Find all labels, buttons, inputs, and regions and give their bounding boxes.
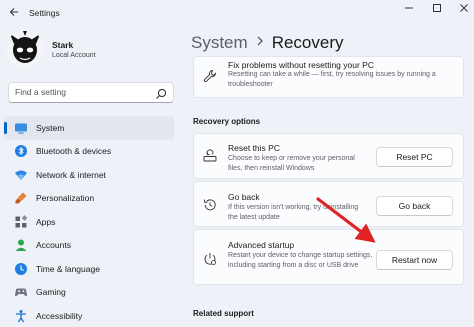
app-title: Settings <box>29 8 60 18</box>
search-box[interactable] <box>8 82 174 103</box>
person-icon <box>14 238 28 252</box>
go-back-title: Go back <box>228 192 260 202</box>
search-input[interactable] <box>15 87 155 97</box>
sidebar-item-time-language[interactable]: Time & language <box>4 257 174 281</box>
sidebar-item-label: Apps <box>36 216 56 227</box>
wrench-icon <box>203 69 217 83</box>
sidebar-nav: System Bluetooth & devices Network & int… <box>4 116 174 327</box>
account-type: Local Account <box>52 52 96 59</box>
recovery-options-heading: Recovery options <box>193 117 261 126</box>
avatar[interactable] <box>6 30 44 68</box>
advanced-startup-title: Advanced startup <box>228 240 295 250</box>
minimize-icon[interactable] <box>403 3 415 15</box>
system-display-icon <box>14 121 28 135</box>
close-icon[interactable] <box>458 3 470 15</box>
gamepad-icon <box>14 285 28 299</box>
search-icon[interactable] <box>155 87 167 99</box>
sidebar-item-label: Personalization <box>36 193 95 204</box>
fix-problems-description: Resetting can take a while — first, try … <box>228 71 436 88</box>
sidebar-item-network[interactable]: Network & internet <box>4 163 174 187</box>
chevron-right-icon <box>256 34 264 49</box>
restart-now-button[interactable]: Restart now <box>376 250 453 270</box>
sidebar-item-bluetooth[interactable]: Bluetooth & devices <box>4 140 174 164</box>
sidebar-item-label: System <box>36 122 65 133</box>
go-back-button[interactable]: Go back <box>376 196 453 216</box>
paintbrush-icon <box>14 191 28 205</box>
accessibility-icon <box>14 309 28 323</box>
sidebar-item-label: Gaming <box>36 287 66 298</box>
reset-pc-description: Choose to keep or remove your personal f… <box>228 155 355 172</box>
back-arrow-icon[interactable] <box>7 6 21 20</box>
reset-pc-button[interactable]: Reset PC <box>376 147 453 167</box>
breadcrumb-parent[interactable]: System <box>191 33 248 52</box>
advanced-startup-icon <box>203 252 217 266</box>
wifi-icon <box>14 168 28 182</box>
sidebar-item-label: Accessibility <box>36 310 83 321</box>
sidebar-item-personalization[interactable]: Personalization <box>4 187 174 211</box>
reset-pc-card: Reset this PC Choose to keep or remove y… <box>193 133 464 179</box>
advanced-startup-card: Advanced startup Restart your device to … <box>193 229 464 285</box>
fix-problems-title: Fix problems without resetting your PC <box>228 60 374 70</box>
apps-grid-icon <box>14 214 28 229</box>
related-support-heading: Related support <box>193 309 254 318</box>
sidebar-item-gaming[interactable]: Gaming <box>4 281 174 305</box>
bluetooth-icon <box>14 144 28 158</box>
go-back-description: If this version isn't working, try unins… <box>228 204 359 221</box>
sidebar-item-label: Network & internet <box>36 169 106 180</box>
user-name: Stark <box>52 40 74 50</box>
fix-problems-card[interactable]: Fix problems without resetting your PC R… <box>193 56 464 98</box>
title-bar: Settings <box>0 0 474 24</box>
sidebar-item-apps[interactable]: Apps <box>4 210 174 234</box>
sidebar-item-system[interactable]: System <box>4 116 174 140</box>
sidebar-item-label: Bluetooth & devices <box>36 146 112 157</box>
reset-pc-title: Reset this PC <box>228 143 280 153</box>
sidebar-item-label: Accounts <box>36 240 71 251</box>
breadcrumb: System Recovery <box>191 33 344 53</box>
maximize-icon[interactable] <box>431 3 443 15</box>
history-icon <box>203 198 217 212</box>
clock-globe-icon <box>14 262 28 276</box>
go-back-card: Go back If this version isn't working, t… <box>193 181 464 227</box>
reset-pc-icon <box>203 149 217 163</box>
page-title: Recovery <box>271 33 344 52</box>
sidebar-item-label: Time & language <box>36 263 100 274</box>
advanced-startup-description: Restart your device to change startup se… <box>228 252 373 269</box>
sidebar-item-accounts[interactable]: Accounts <box>4 234 174 258</box>
sidebar-item-accessibility[interactable]: Accessibility <box>4 304 174 327</box>
